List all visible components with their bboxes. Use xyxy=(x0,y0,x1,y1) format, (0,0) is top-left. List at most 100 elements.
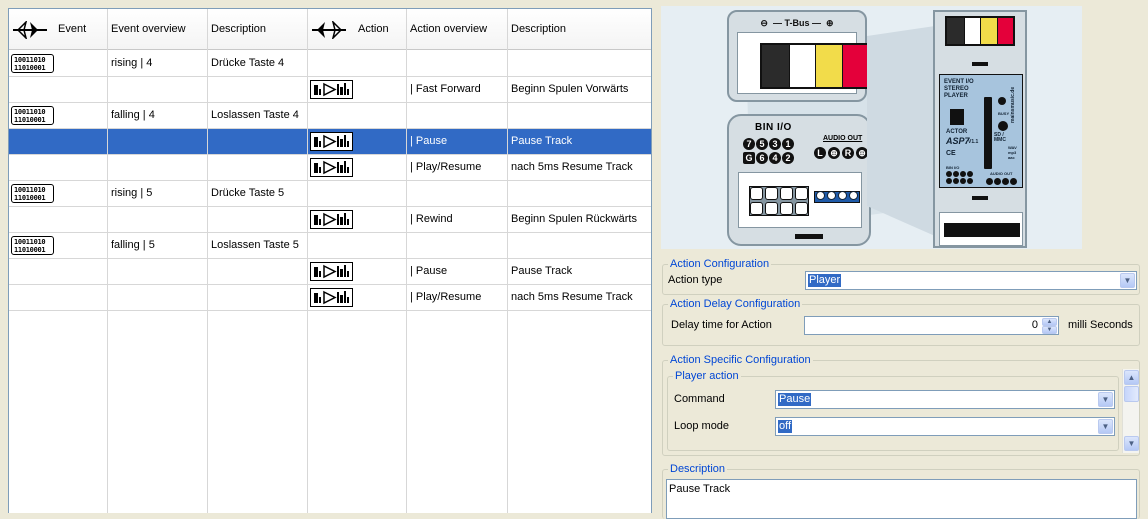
row-description: Loslassen Taste 5 xyxy=(211,239,299,251)
header-event-overview[interactable]: Event overview xyxy=(111,9,186,50)
module-title-line-3: PLAYER xyxy=(944,93,968,99)
row-overview: | Pause xyxy=(410,135,448,147)
module-busy: BUSY xyxy=(998,111,1010,116)
binary-event-icon: 10011010 11010001 xyxy=(11,54,54,73)
row-overview: rising | 5 xyxy=(111,187,153,199)
action-row[interactable]: | Play/Resume nach 5ms Resume Track xyxy=(9,285,651,311)
bin-io-label: BIN I/O xyxy=(755,122,792,133)
row-description: Beginn Spulen Vorwärts xyxy=(511,83,629,95)
action-delay-title: Action Delay Configuration xyxy=(668,298,803,310)
action-row[interactable]: | Rewind Beginn Spulen Rückwärts xyxy=(9,207,651,233)
delay-time-label: Delay time for Action xyxy=(671,319,772,331)
row-overview: | Play/Resume xyxy=(410,291,482,303)
header-event-description[interactable]: Description xyxy=(211,9,266,50)
event-row[interactable]: 10011010 11010001 falling | 4 Loslassen Tas… xyxy=(9,103,651,129)
player-action-icon xyxy=(310,210,353,229)
command-label: Command xyxy=(674,393,725,405)
action-configuration-title: Action Configuration xyxy=(668,258,772,270)
bin-io-pin-6: 6 xyxy=(756,152,768,164)
row-overview: falling | 5 xyxy=(111,239,155,251)
module-title-line-1: EVENT I/O xyxy=(944,79,974,85)
row-description: Pause Track xyxy=(511,135,573,147)
module-title-line-2: STEREO xyxy=(944,86,969,92)
loop-mode-value: off xyxy=(778,420,793,433)
tbus-connector: ⊖ — T-Bus — ⊕ xyxy=(727,10,870,102)
command-combo[interactable]: Pause ▼ xyxy=(775,390,1115,409)
audio-out-port: ⊕ xyxy=(828,147,840,159)
spin-up-icon[interactable]: ▲ xyxy=(1042,318,1057,326)
bin-io-pin-1: 1 xyxy=(782,138,794,150)
action-row[interactable]: | Fast Forward Beginn Spulen Vorwärts xyxy=(9,77,651,103)
command-value: Pause xyxy=(778,393,812,406)
row-description: nach 5ms Resume Track xyxy=(511,161,633,173)
header-action-description[interactable]: Description xyxy=(511,9,566,50)
tbus-label: T-Bus xyxy=(784,18,810,28)
player-action-icon xyxy=(310,288,353,307)
bin-io-pin-7: 7 xyxy=(743,138,755,150)
header-event[interactable]: Event xyxy=(58,9,86,50)
row-description: nach 5ms Resume Track xyxy=(511,291,633,303)
action-row[interactable]: | Play/Resume nach 5ms Resume Track xyxy=(9,155,651,181)
event-arrow-icon xyxy=(13,21,47,39)
chevron-down-icon[interactable]: ▼ xyxy=(1120,273,1135,288)
description-value: Pause Track xyxy=(669,483,731,495)
bin-io-pin-5: 5 xyxy=(756,138,768,150)
row-overview: | Pause xyxy=(410,265,448,277)
binary-event-icon: 10011010 11010001 xyxy=(11,236,54,255)
scroll-thumb[interactable] xyxy=(1124,386,1139,402)
action-arrow-icon xyxy=(312,21,346,39)
loop-mode-combo[interactable]: off ▼ xyxy=(775,417,1115,436)
module-format-aac: aac xyxy=(1008,155,1015,160)
header-action-overview[interactable]: Action overview xyxy=(410,9,487,50)
table-header: Event Event overview Description Action … xyxy=(9,9,651,50)
scroll-down-icon[interactable]: ▼ xyxy=(1124,436,1139,451)
chevron-down-icon[interactable]: ▼ xyxy=(1098,419,1113,434)
player-action-icon xyxy=(310,132,353,151)
delay-time-input[interactable]: 0 ▲ ▼ xyxy=(804,316,1059,335)
player-action-icon xyxy=(310,80,353,99)
header-action[interactable]: Action xyxy=(358,9,389,50)
event-row[interactable]: 10011010 11010001 falling | 5 Loslassen Tas… xyxy=(9,233,651,259)
device-illustration: ⊖ — T-Bus — ⊕ BIN I/O AUDIO OUT 7531 G64… xyxy=(661,6,1082,249)
tbus-color-stripes xyxy=(760,43,870,89)
action-type-combo[interactable]: Player ▼ xyxy=(805,271,1137,290)
asp7-module: EVENT I/O STEREO PLAYER ACTOR ASP7 V1.1 … xyxy=(933,10,1027,248)
bin-io-terminal xyxy=(738,172,862,228)
module-ce: CE xyxy=(946,150,956,157)
loop-mode-label: Loop mode xyxy=(674,420,730,432)
row-description: Loslassen Taste 4 xyxy=(211,109,299,121)
row-overview: rising | 4 xyxy=(111,57,153,69)
tbus-minus-icon: ⊖ xyxy=(760,18,768,28)
connection-band xyxy=(867,26,935,236)
action-row[interactable]: | Pause Pause Track xyxy=(9,129,651,155)
specific-scrollbar[interactable]: ▲ ▼ xyxy=(1122,369,1139,453)
action-row[interactable]: | Pause Pause Track xyxy=(9,259,651,285)
row-description: Drücke Taste 5 xyxy=(211,187,285,199)
action-type-value: Player xyxy=(808,274,842,287)
row-description: Drücke Taste 4 xyxy=(211,57,285,69)
player-action-group: Player action Command Pause ▼ Loop mode … xyxy=(667,370,1119,451)
scroll-up-icon[interactable]: ▲ xyxy=(1124,370,1139,385)
row-overview: | Play/Resume xyxy=(410,161,482,173)
spin-down-icon[interactable]: ▼ xyxy=(1042,326,1057,334)
player-action-icon xyxy=(310,262,353,281)
event-row[interactable]: 10011010 11010001 rising | 4 Drücke Taste 4 xyxy=(9,51,651,77)
event-row[interactable]: 10011010 11010001 rising | 5 Drücke Taste 5 xyxy=(9,181,651,207)
event-action-table: Event Event overview Description Action … xyxy=(8,8,652,513)
action-configuration-group: Action Configuration Action type Player … xyxy=(662,258,1140,295)
module-brand: mainsmusic.de xyxy=(1010,86,1016,123)
audio-out-port: R xyxy=(842,147,854,159)
chevron-down-icon[interactable]: ▼ xyxy=(1098,392,1113,407)
action-delay-group: Action Delay Configuration Delay time fo… xyxy=(662,298,1140,346)
module-audio-out: AUDIO OUT xyxy=(990,171,1013,176)
binary-event-icon: 10011010 11010001 xyxy=(11,184,54,203)
bin-io-pin-3: 3 xyxy=(769,138,781,150)
player-action-title: Player action xyxy=(673,370,741,382)
audio-out-label: AUDIO OUT xyxy=(823,135,863,142)
delay-time-value: 0 xyxy=(1031,319,1038,331)
row-description: Beginn Spulen Rückwärts xyxy=(511,213,637,225)
description-textarea[interactable]: Pause Track xyxy=(666,479,1137,519)
action-specific-title: Action Specific Configuration xyxy=(668,354,813,366)
module-sd: SD / MMC xyxy=(994,132,1006,143)
module-model: ASP7 xyxy=(946,136,970,146)
